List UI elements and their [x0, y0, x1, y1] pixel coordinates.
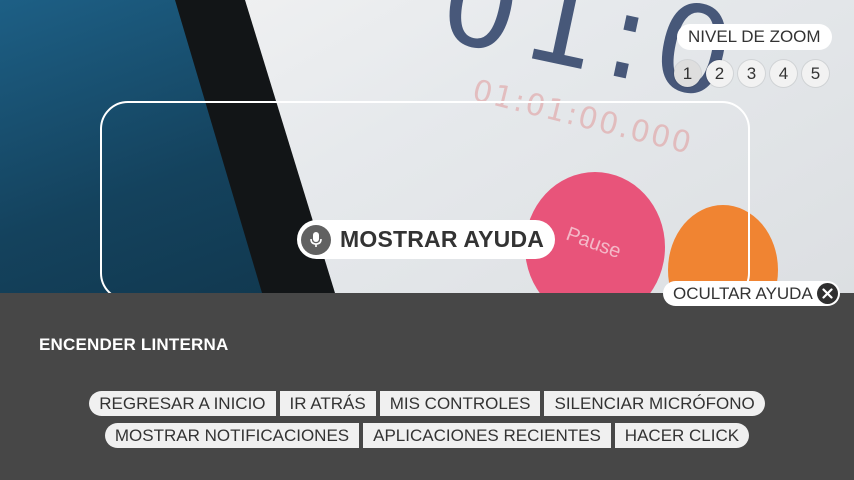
- show-help-button[interactable]: MOSTRAR AYUDA: [297, 220, 555, 259]
- mute-microphone-button[interactable]: SILENCIAR MICRÓFONO: [544, 391, 765, 416]
- recent-apps-button[interactable]: APLICACIONES RECIENTES: [363, 423, 611, 448]
- hide-help-button[interactable]: OCULTAR AYUDA: [663, 281, 840, 306]
- voice-command-panel: ENCENDER LINTERNA REGRESAR A INICIO IR A…: [0, 293, 854, 480]
- zoom-level-2-button[interactable]: 2: [706, 60, 733, 87]
- zoom-level-label: NIVEL DE ZOOM: [677, 24, 832, 50]
- show-help-label: MOSTRAR AYUDA: [340, 226, 545, 252]
- zoom-level-selector: 1 2 3 4 5: [674, 60, 829, 87]
- zoom-level-5-button[interactable]: 5: [802, 60, 829, 87]
- show-notifications-button[interactable]: MOSTRAR NOTIFICACIONES: [104, 423, 360, 448]
- command-row-1: REGRESAR A INICIO IR ATRÁS MIS CONTROLES…: [0, 391, 854, 416]
- click-button[interactable]: HACER CLICK: [614, 423, 750, 448]
- close-icon: [817, 283, 838, 304]
- command-row-2: MOSTRAR NOTIFICACIONES APLICACIONES RECI…: [0, 423, 854, 448]
- microphone-icon: [301, 224, 331, 255]
- zoom-level-3-button[interactable]: 3: [738, 60, 765, 87]
- my-controls-button[interactable]: MIS CONTROLES: [379, 391, 541, 416]
- go-back-button[interactable]: IR ATRÁS: [279, 391, 376, 416]
- flashlight-toggle[interactable]: ENCENDER LINTERNA: [39, 335, 228, 355]
- zoom-level-1-button[interactable]: 1: [674, 60, 701, 87]
- hide-help-label: OCULTAR AYUDA: [673, 283, 813, 303]
- camera-focus-frame: [100, 101, 750, 301]
- go-home-button[interactable]: REGRESAR A INICIO: [89, 391, 276, 416]
- zoom-level-4-button[interactable]: 4: [770, 60, 797, 87]
